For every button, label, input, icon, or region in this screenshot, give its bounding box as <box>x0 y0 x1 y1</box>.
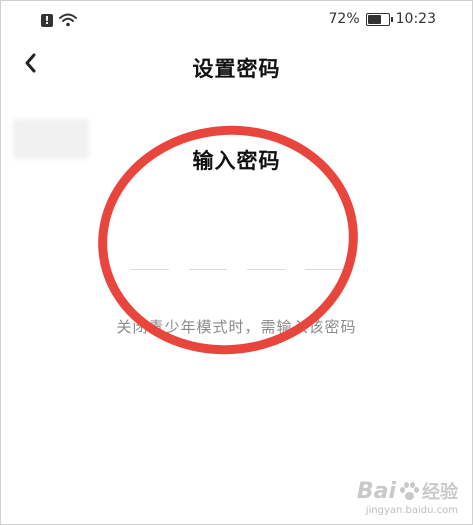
watermark-logo-text: Bai <box>356 478 396 504</box>
watermark-url: jingyan.baidu.com <box>365 505 458 516</box>
watermark-logo: Bai 经验 <box>357 478 458 504</box>
clock: 10:23 <box>395 11 436 27</box>
watermark-brand: 经验 <box>422 482 458 503</box>
battery-level <box>367 14 381 24</box>
page-title: 设置密码 <box>192 57 281 81</box>
wifi-icon <box>59 13 77 27</box>
alert-icon: ! <box>41 13 53 27</box>
battery-percent: 72% <box>328 11 360 27</box>
phone-screen: ! 72% 10:23 设置密码 输入密码 关闭青少年模式时，需输入该密码 Ba… <box>0 0 473 525</box>
navigation-bar: 设置密码 <box>1 41 472 93</box>
status-right: 72% 10:23 <box>329 11 436 27</box>
battery-tip <box>390 16 393 22</box>
battery-icon <box>365 12 393 26</box>
paw-icon <box>400 482 419 500</box>
status-left: ! <box>41 13 77 27</box>
watermark: Bai 经验 jingyan.baidu.com <box>357 478 458 517</box>
status-bar: ! 72% 10:23 <box>1 1 472 37</box>
